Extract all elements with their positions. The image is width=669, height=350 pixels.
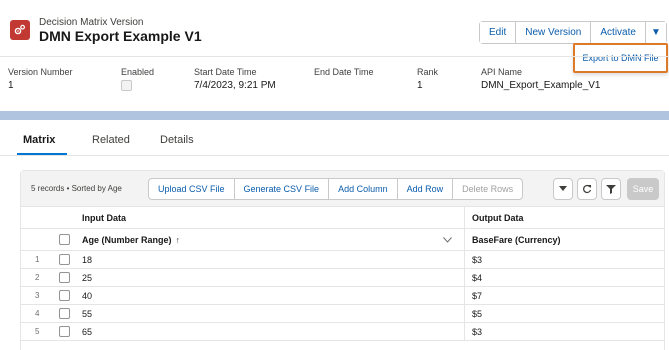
row-checkbox-cell xyxy=(59,323,70,340)
row-checkbox-cell xyxy=(59,305,70,322)
row-number: 1 xyxy=(35,255,40,264)
divider xyxy=(464,269,465,287)
table-row[interactable]: 2 25 $4 xyxy=(21,269,664,287)
record-type-label: Decision Matrix Version xyxy=(39,17,144,28)
age-cell[interactable]: 65 xyxy=(82,323,92,340)
select-all-cell xyxy=(59,229,70,250)
table-row[interactable]: 5 65 $3 xyxy=(21,323,664,341)
row-checkbox[interactable] xyxy=(59,254,70,265)
page-title: DMN Export Example V1 xyxy=(39,28,202,44)
field-label: Rank xyxy=(417,67,439,77)
more-actions-chevron-down-icon[interactable]: ▼ xyxy=(645,22,666,43)
basefare-cell[interactable]: $3 xyxy=(472,323,482,340)
basefare-cell[interactable]: $7 xyxy=(472,287,482,304)
divider xyxy=(464,207,465,229)
records-summary: 5 records • Sorted by Age xyxy=(31,184,122,193)
field-version-number: Version Number 1 xyxy=(8,67,73,91)
new-version-button[interactable]: New Version xyxy=(516,22,592,43)
divider xyxy=(464,229,465,251)
table-row[interactable]: 4 55 $5 xyxy=(21,305,664,323)
basefare-cell[interactable]: $3 xyxy=(472,251,482,268)
row-checkbox-cell xyxy=(59,269,70,286)
generate-csv-button[interactable]: Generate CSV File xyxy=(235,179,330,199)
field-label: Enabled xyxy=(121,67,155,77)
add-column-button[interactable]: Add Column xyxy=(329,179,398,199)
output-data-header: Output Data xyxy=(472,212,524,223)
field-label: Start Date Time xyxy=(194,67,257,77)
field-label: End Date Time xyxy=(314,67,374,77)
field-start-date: Start Date Time 7/4/2023, 9:21 PM xyxy=(194,67,276,91)
column-label: Age (Number Range) xyxy=(82,234,172,245)
field-value: 1 xyxy=(8,80,14,91)
upload-csv-button[interactable]: Upload CSV File xyxy=(149,179,235,199)
divider xyxy=(0,56,669,57)
select-all-checkbox[interactable] xyxy=(59,234,70,245)
export-dmn-menu-item[interactable]: Export to DMN File xyxy=(582,53,658,63)
save-button[interactable]: Save xyxy=(627,178,659,200)
field-label: API Name xyxy=(481,67,523,77)
age-cell[interactable]: 40 xyxy=(82,287,92,304)
divider xyxy=(464,287,465,305)
field-value: 1 xyxy=(417,80,423,91)
row-number: 3 xyxy=(35,291,40,300)
row-number: 2 xyxy=(35,273,40,282)
enabled-checkbox xyxy=(121,80,132,91)
tab-bar: Matrix Related Details xyxy=(0,120,669,156)
column-header-row: Age (Number Range) ↑ BaseFare (Currency) xyxy=(21,229,664,251)
field-value: DMN_Export_Example_V1 xyxy=(481,80,601,91)
age-cell[interactable]: 18 xyxy=(82,251,92,268)
age-cell[interactable]: 55 xyxy=(82,305,92,322)
tab-details[interactable]: Details xyxy=(160,134,194,146)
header-actions: Edit New Version Activate ▼ xyxy=(479,21,667,44)
field-enabled: Enabled xyxy=(121,67,154,91)
column-group-header: Input Data Output Data xyxy=(21,207,664,229)
matrix-table: 5 records • Sorted by Age Upload CSV Fil… xyxy=(20,170,665,350)
row-checkbox[interactable] xyxy=(59,326,70,337)
row-checkbox-cell xyxy=(59,251,70,268)
delete-rows-button[interactable]: Delete Rows xyxy=(453,179,522,199)
table-toolbar: 5 records • Sorted by Age Upload CSV Fil… xyxy=(21,171,664,207)
column-menu-chevron-down-icon[interactable] xyxy=(443,229,452,250)
basefare-cell[interactable]: $5 xyxy=(472,305,482,322)
tab-related[interactable]: Related xyxy=(92,134,130,146)
row-checkbox[interactable] xyxy=(59,308,70,319)
chevron-down-icon[interactable] xyxy=(553,178,573,200)
row-checkbox[interactable] xyxy=(59,272,70,283)
field-api-name: API Name DMN_Export_Example_V1 xyxy=(481,67,601,91)
refresh-icon[interactable] xyxy=(577,178,597,200)
matrix-card: Matrix Related Details 5 records • Sorte… xyxy=(0,120,669,350)
input-data-header: Input Data xyxy=(82,212,126,223)
sort-ascending-icon: ↑ xyxy=(175,234,181,245)
edit-button[interactable]: Edit xyxy=(480,22,517,43)
table-row[interactable]: 1 18 $3 xyxy=(21,251,664,269)
activate-button[interactable]: Activate xyxy=(591,22,646,43)
row-checkbox-cell xyxy=(59,287,70,304)
row-number: 5 xyxy=(35,327,40,336)
decision-matrix-icon xyxy=(10,20,30,40)
field-rank: Rank 1 xyxy=(417,67,438,91)
table-row[interactable]: 3 40 $7 xyxy=(21,287,664,305)
add-row-button[interactable]: Add Row xyxy=(398,179,454,199)
field-value: 7/4/2023, 9:21 PM xyxy=(194,80,276,91)
basefare-cell[interactable]: $4 xyxy=(472,269,482,286)
tab-matrix[interactable]: Matrix xyxy=(23,134,55,146)
divider xyxy=(464,251,465,269)
divider xyxy=(464,305,465,323)
basefare-column-header[interactable]: BaseFare (Currency) xyxy=(472,229,561,250)
row-number: 4 xyxy=(35,309,40,318)
record-header: Decision Matrix Version DMN Export Examp… xyxy=(0,0,669,111)
row-checkbox[interactable] xyxy=(59,290,70,301)
filter-icon[interactable] xyxy=(601,178,621,200)
age-column-header[interactable]: Age (Number Range) ↑ xyxy=(82,229,180,250)
toolbar-button-group: Upload CSV File Generate CSV File Add Co… xyxy=(148,178,524,200)
divider xyxy=(0,155,669,156)
divider xyxy=(464,323,465,341)
field-label: Version Number xyxy=(8,67,73,77)
field-end-date: End Date Time xyxy=(314,67,374,80)
age-cell[interactable]: 25 xyxy=(82,269,92,286)
